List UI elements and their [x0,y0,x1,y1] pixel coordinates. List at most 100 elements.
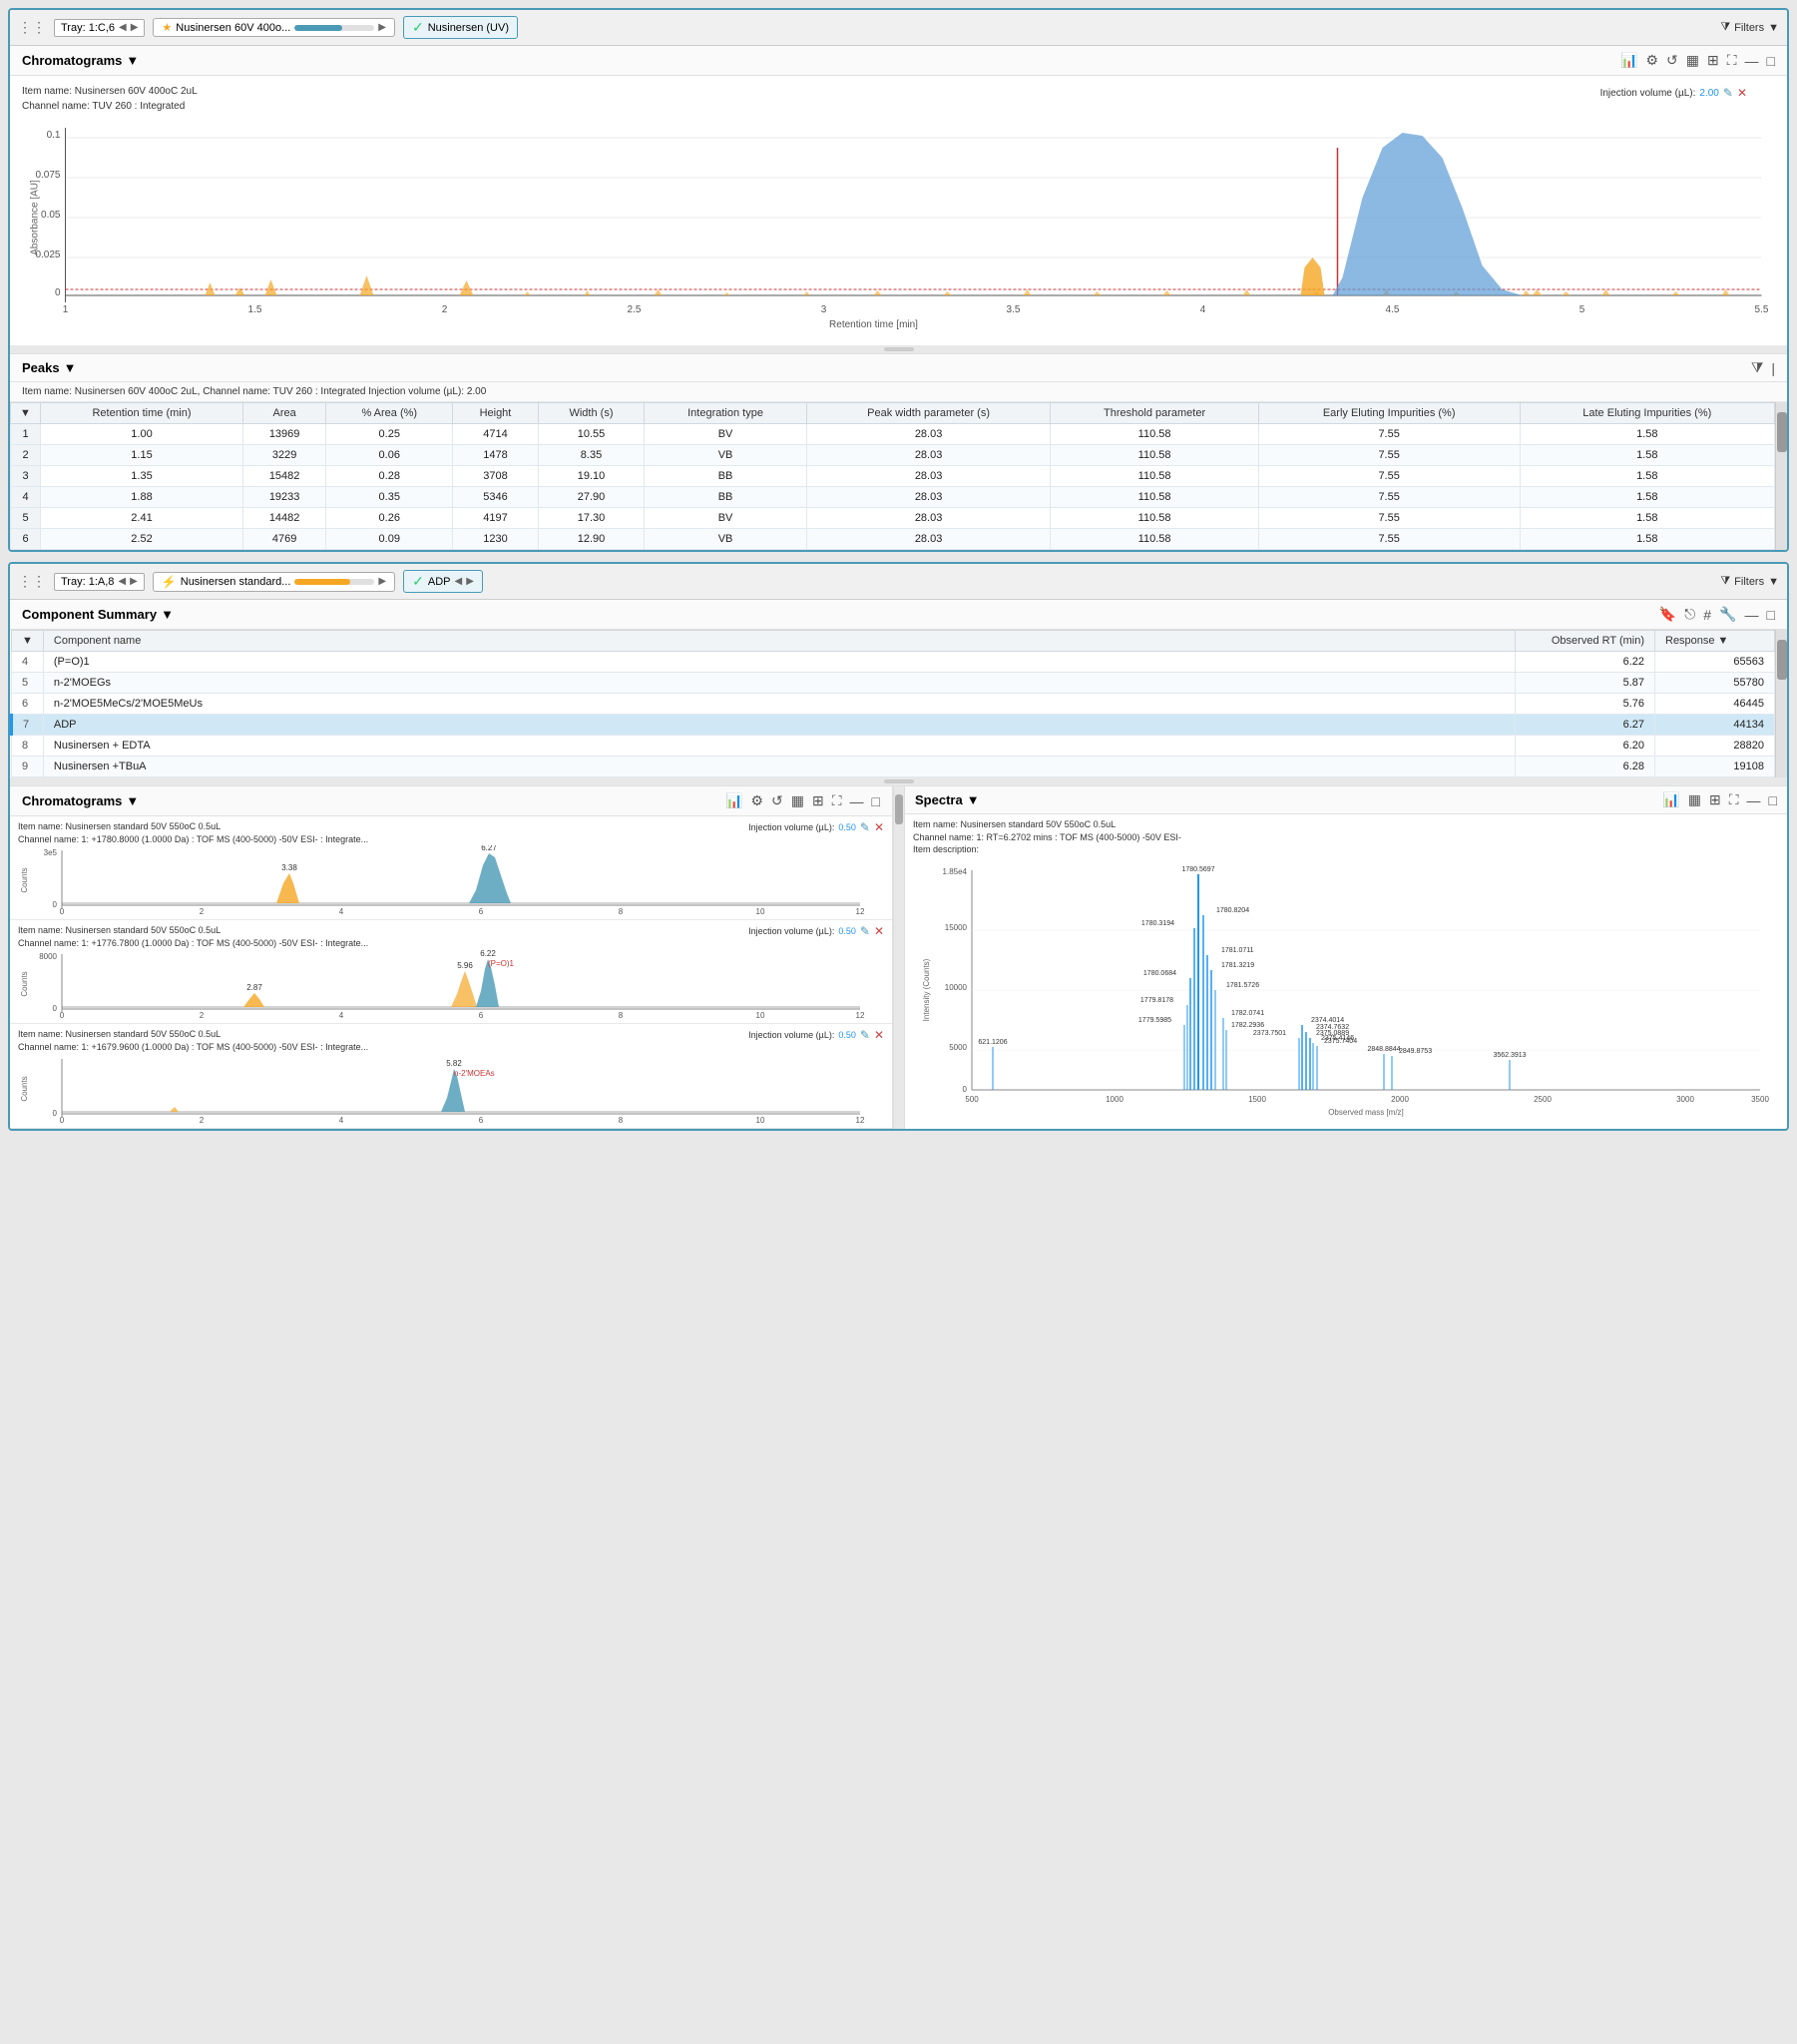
tray-nav-right[interactable]: ▶ [131,22,139,33]
filter-icon: ⧩ [1720,21,1730,34]
fullscreen-icon[interactable]: ⛶ [1727,52,1737,69]
th-height[interactable]: Height [453,403,538,424]
maximize-btn[interactable]: □ [1767,53,1775,69]
th-pwp[interactable]: Peak width parameter (s) [806,403,1051,424]
mini-settings-icon[interactable]: ⚙ [750,792,763,809]
panel2-nav-left[interactable]: ◀ [118,576,126,587]
sort-icon-num[interactable]: ▼ [20,407,31,419]
panel2-tab2-navr[interactable]: ▶ [466,576,474,587]
mini-layout-icon[interactable]: ⊞ [812,792,824,809]
spectra-minimize[interactable]: — [1747,792,1761,808]
comp-table-row[interactable]: 4 (P=O)1 6.22 65563 [12,652,1775,673]
comp-th-rt[interactable]: Observed RT (min) [1516,631,1655,652]
peak-integ: BV [645,508,806,529]
svg-text:1779.5985: 1779.5985 [1138,1017,1171,1024]
comp-maximize[interactable]: □ [1767,607,1775,623]
peaks-scrollbar[interactable] [1775,402,1787,550]
mini-fullscreen-icon[interactable]: ⛶ [832,792,842,809]
svg-text:12: 12 [856,1011,865,1019]
comp-th-name[interactable]: Component name [43,631,1515,652]
th-area[interactable]: Area [242,403,325,424]
panel2-nav-right[interactable]: ▶ [130,576,138,587]
svg-text:0: 0 [53,900,58,909]
comp-row-rt: 5.87 [1516,673,1655,694]
spectra-grid-icon[interactable]: ▦ [1688,791,1701,808]
comp-th-num: ▼ [12,631,44,652]
spectra-dropdown[interactable]: ▼ [967,792,980,807]
th-width[interactable]: Width (s) [538,403,645,424]
peak-pctarea: 0.09 [326,529,453,550]
comp-sort-icon[interactable]: ▼ [22,635,33,647]
peaks-dropdown-icon[interactable]: ▼ [64,360,77,375]
mini3-edit[interactable]: ✎ [860,1028,870,1042]
edit-inj-icon[interactable]: ✎ [1723,86,1733,100]
peaks-filter-icon[interactable]: ⧩ [1751,359,1764,376]
comp-table-row[interactable]: 8 Nusinersen + EDTA 6.20 28820 [12,736,1775,757]
comp-scroll-thumb [1777,640,1787,680]
mini-bar-icon[interactable]: 📊 [725,792,742,809]
panel2-tray-grid: ⋮⋮ [18,573,46,590]
mini-undo-icon[interactable]: ↺ [771,792,783,809]
comp-tool-share[interactable]: ⎋ [1684,606,1695,623]
comp-minimize[interactable]: — [1745,607,1759,623]
panel2-filters-button[interactable]: ⧩ Filters ▼ [1720,575,1779,588]
grid-icon[interactable]: ▦ [1686,52,1699,69]
mini-grid-icon[interactable]: ▦ [791,792,804,809]
filters-button[interactable]: ⧩ Filters ▼ [1720,21,1779,34]
tray-nav-left[interactable]: ◀ [119,22,127,33]
comp-table-row[interactable]: 6 n-2'MOE5MeCs/2'MOE5MeUs 5.76 46445 [12,694,1775,715]
comp-table-row[interactable]: 9 Nusinersen +TBuA 6.28 19108 [12,757,1775,777]
tab-chromatogram[interactable]: ★ Nusinersen 60V 400o... ▶ [153,18,395,37]
panel2-tab2[interactable]: ✓ ADP ◀ ▶ [403,570,483,593]
th-pctarea[interactable]: % Area (%) [326,403,453,424]
chromatogram-title-dropdown[interactable]: ▼ [126,53,139,68]
svg-text:8: 8 [619,1011,624,1019]
comp-summary-dropdown[interactable]: ▼ [161,607,174,622]
mini1-edit[interactable]: ✎ [860,820,870,834]
th-integ[interactable]: Integration type [645,403,806,424]
th-rt[interactable]: Retention time (min) [41,403,243,424]
peaks-table-row: 6 2.52 4769 0.09 1230 12.90 VB 28.03 110… [11,529,1775,550]
comp-th-response[interactable]: Response ▼ [1655,631,1775,652]
spectra-maximize[interactable]: □ [1769,792,1777,808]
layout-icon[interactable]: ⊞ [1707,52,1719,69]
mini1-close[interactable]: ✕ [874,820,884,834]
mini-chrom-dropdown[interactable]: ▼ [126,793,139,808]
th-threshold[interactable]: Threshold parameter [1051,403,1258,424]
tray-selector[interactable]: Tray: 1:C,6 ◀ ▶ [54,19,145,37]
settings-icon[interactable]: ⚙ [1645,52,1658,69]
comp-tool-bookmark[interactable]: 🔖 [1659,606,1676,623]
mini-chart1-item: Item name: Nusinersen standard 50V 550oC… [18,820,368,833]
panel2-tab2-navl[interactable]: ◀ [454,576,462,587]
th-late[interactable]: Late Eluting Impurities (%) [1520,403,1774,424]
comp-table-row[interactable]: 5 n-2'MOEGs 5.87 55780 [12,673,1775,694]
svg-text:2848.8844: 2848.8844 [1367,1046,1400,1053]
comp-tool-hash[interactable]: # [1703,607,1711,623]
mini-minimize[interactable]: — [850,793,864,809]
spectra-bar-icon[interactable]: 📊 [1662,791,1679,808]
mini2-edit[interactable]: ✎ [860,924,870,938]
mini2-close[interactable]: ✕ [874,924,884,938]
mini-maximize[interactable]: □ [872,793,880,809]
bar-chart-icon[interactable]: 📊 [1620,52,1637,69]
panel1-topbar: ⋮⋮ Tray: 1:C,6 ◀ ▶ ★ Nusinersen 60V 400o… [10,10,1787,46]
undo-icon[interactable]: ↺ [1666,52,1678,69]
comp-scrollbar[interactable] [1775,630,1787,777]
panel2-tab1-nav[interactable]: ▶ [378,576,386,587]
minimize-btn[interactable]: — [1745,53,1759,69]
panel2-tray-selector[interactable]: Tray: 1:A,8 ◀ ▶ [54,573,145,591]
star-icon: ★ [162,21,172,34]
comp-tool-wrench[interactable]: 🔧 [1719,606,1736,623]
close-inj-icon[interactable]: ✕ [1737,86,1747,100]
lower-scrollbar[interactable] [893,786,905,1129]
spectra-fullscreen-icon[interactable]: ⛶ [1729,791,1739,808]
tab-uv[interactable]: ✓ Nusinersen (UV) [403,16,518,39]
peaks-sort-icon[interactable]: | [1771,360,1775,376]
tab1-nav-right[interactable]: ▶ [378,22,386,33]
peak-area: 13969 [242,424,325,445]
th-early[interactable]: Early Eluting Impurities (%) [1258,403,1520,424]
mini3-close[interactable]: ✕ [874,1028,884,1042]
panel2-tab1[interactable]: ⚡ Nusinersen standard... ▶ [153,572,395,592]
comp-table-row[interactable]: 7 ADP 6.27 44134 [12,715,1775,736]
spectra-layout-icon[interactable]: ⊞ [1709,791,1721,808]
